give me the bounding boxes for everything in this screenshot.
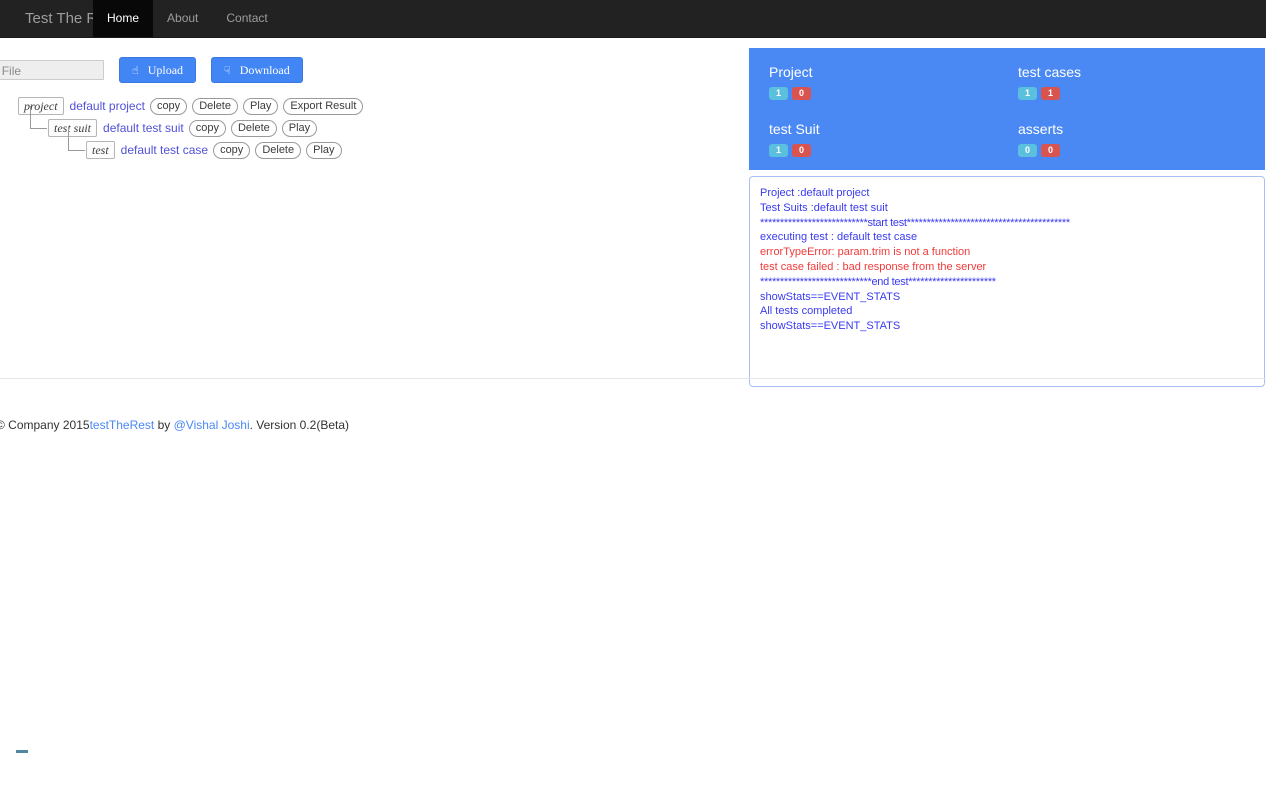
log-line: errorTypeError: param.trim is not a func… [760,246,971,259]
project-export-result-button[interactable]: Export Result [283,97,364,115]
test-case-delete-button[interactable]: Delete [255,141,302,159]
test-suit-delete-button[interactable]: Delete [230,119,277,137]
test-case-play-button[interactable]: Play [306,141,342,159]
stat-project-badges: 1 0 [769,87,815,100]
console-log-panel[interactable]: Project :default project Test Suits :def… [749,176,1265,387]
download-icon: ☟ [224,63,231,77]
tree-row-test-case: test default test case copy Delete Play [18,128,368,161]
page-artifact-mark [16,750,28,753]
stat-test-suit-badges: 1 0 [769,144,820,157]
stat-project-title: Project [769,64,813,80]
log-line: Project :default project [760,187,870,199]
nav-item-home[interactable]: Home [93,0,154,37]
log-line: showStats==EVENT_STATS [760,320,901,333]
log-line: executing test : default test case [760,231,918,244]
stat-test-cases-title: test cases [1018,64,1082,80]
node-type-test-case: test [86,141,115,159]
nav-item-about[interactable]: About [153,0,212,37]
stat-test-cases: test cases 1 1 [1018,64,1081,100]
nav-link-contact[interactable]: Contact [212,0,281,37]
stat-test-suit-title: test Suit [769,121,820,137]
footer-link-testtherest[interactable]: testTheRest [90,418,155,432]
footer-divider [0,378,1266,379]
project-tree: project default project copy Delete Play… [18,95,368,161]
stat-project-pass-badge: 1 [769,87,788,100]
stat-test-cases-badges: 1 1 [1018,87,1081,100]
file-toolbar: Choose File ☝ Upload ☟ Download [0,57,303,83]
stat-project-fail-badge: 0 [792,87,811,100]
tree-connector-level2 [30,106,47,129]
log-line: ***************************start test***… [760,216,1070,229]
footer-link-author[interactable]: @Vishal Joshi [174,418,250,432]
stat-asserts-fail-badge: 0 [1041,144,1060,157]
log-line: Test Suits :default test suit [760,201,888,214]
stat-asserts-pass-badge: 0 [1018,144,1037,157]
nav-link-about[interactable]: About [153,0,212,37]
navbar-nav: Home About Contact [93,0,282,37]
stat-test-suit-fail-badge: 0 [792,144,811,157]
download-button[interactable]: ☟ Download [211,57,303,83]
node-name-test-case[interactable]: default test case [121,143,208,157]
choose-file-input[interactable]: Choose File [0,60,104,80]
project-delete-button[interactable]: Delete [192,97,238,115]
tree-connector-level3 [68,128,85,151]
nav-item-contact[interactable]: Contact [212,0,281,37]
stat-test-suit: test Suit 1 0 [769,121,820,157]
test-suit-copy-button[interactable]: copy [188,119,226,137]
stat-project: Project 1 0 [769,64,815,100]
project-copy-button[interactable]: copy [149,97,188,115]
stat-asserts-title: asserts [1018,121,1064,137]
stat-test-cases-pass-badge: 1 [1018,87,1037,100]
nav-link-home[interactable]: Home [93,0,153,37]
node-name-test-suit[interactable]: default test suit [103,121,184,135]
log-line: All tests completed [760,305,853,318]
stat-asserts-badges: 0 0 [1018,144,1064,157]
upload-icon: ☝ [132,63,139,77]
test-suit-play-button[interactable]: Play [281,119,318,137]
node-name-project[interactable]: default project [70,99,145,113]
upload-button-label: Upload [147,62,184,77]
top-navbar: Test The Rest Home About Contact [0,0,1266,38]
log-line: showStats==EVENT_STATS [760,290,901,303]
upload-button[interactable]: ☝ Upload [119,57,197,83]
test-case-copy-button[interactable]: copy [213,141,251,159]
stats-panel: Project 1 0 test cases 1 1 test Suit 1 0… [749,48,1265,170]
stat-test-suit-pass-badge: 1 [769,144,788,157]
project-play-button[interactable]: Play [242,97,279,115]
footer-by-text: by [154,418,174,432]
stat-asserts: asserts 0 0 [1018,121,1064,157]
tree-row-project: project default project copy Delete Play… [18,95,368,117]
footer-copyright: © Company 2015 [0,418,90,432]
download-button-label: Download [239,62,290,77]
footer-version: . Version 0.2(Beta) [249,418,349,432]
footer: © Company 2015testTheRest by @Vishal Jos… [0,418,349,432]
log-line: test case failed : bad response from the… [760,260,987,273]
log-line: ****************************end test****… [760,275,996,288]
stat-test-cases-fail-badge: 1 [1041,87,1060,100]
